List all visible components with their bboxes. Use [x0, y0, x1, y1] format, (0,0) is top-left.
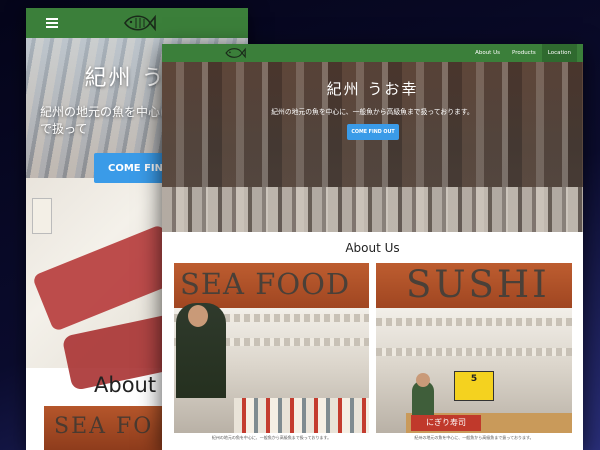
nav-link-location[interactable]: Location	[541, 44, 577, 62]
seafood-photo-caption: 紀州の地元の魚を中心に、一般魚から高級魚まで扱っております。	[211, 435, 332, 440]
package-label	[32, 198, 52, 234]
desktop-nav-links: About Us Products Location	[469, 44, 577, 62]
sushi-shop-photo: SUSHI 5 にぎり寿司 紀州の地元の魚を中心に、一般魚から高級魚まで扱ってお…	[376, 263, 572, 447]
seafood-shop-photo: SEA FOOD 紀州の地元の魚を中心に、一般魚から高級魚まで扱っております。	[174, 263, 369, 447]
desktop-hero-subtitle: 紀州の地元の魚を中心に、一般魚から高級魚まで扱っております。	[271, 108, 474, 116]
hamburger-icon[interactable]	[46, 18, 58, 28]
desktop-hero-title: 紀州 うお幸	[326, 80, 419, 98]
sushi-staff-head	[416, 373, 430, 387]
desktop-preview-window: About Us Products Location 紀州 うお幸 紀州の地元の…	[162, 44, 583, 450]
mobile-navbar	[26, 8, 248, 38]
nav-link-about-us[interactable]: About Us	[469, 44, 506, 62]
fish-logo-icon[interactable]	[122, 12, 156, 34]
promo-sign: 5	[454, 371, 494, 401]
fish-counter	[234, 398, 369, 433]
nav-link-products[interactable]: Products	[506, 44, 542, 62]
sushi-photo-caption: 紀州の地元の魚を中心に、一般魚から高級魚まで扱っております。	[414, 435, 534, 440]
desktop-about-heading: About Us	[345, 241, 400, 255]
shop-staff-head	[188, 305, 208, 327]
fish-logo-icon[interactable]	[224, 46, 246, 60]
sushi-sign: SUSHI	[376, 263, 572, 308]
seafood-sign: SEA FOOD	[174, 263, 369, 308]
desktop-navbar: About Us Products Location	[162, 44, 583, 62]
nigiri-sushi-sign: にぎり寿司	[411, 415, 481, 431]
market-stall-image	[162, 187, 583, 232]
shelf	[376, 318, 572, 326]
desktop-come-find-out-button[interactable]: COME FIND OUT	[347, 124, 399, 140]
shelf	[376, 348, 572, 356]
